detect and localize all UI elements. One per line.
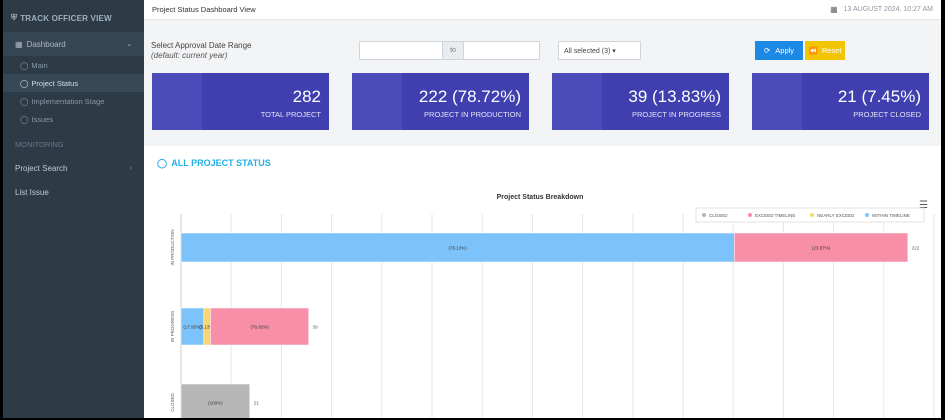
datetime-text: 13 AUGUST 2024, 10:27 AM	[843, 6, 933, 13]
sidebar: ⛨ TRACK OFFICER VIEW ▦ Dashboard ⌄ ◯ Mai…	[3, 0, 144, 418]
card-project-in-progress[interactable]: 39 (13.83%) PROJECT IN PROGRESS	[552, 73, 729, 130]
bar-data-label: (76.92%)	[250, 325, 269, 330]
legend-label: WITHIN TIMELINE	[872, 213, 910, 218]
shield-icon: ⛨	[11, 13, 18, 22]
bar-data-label: (100%)	[208, 401, 223, 406]
legend-label: EXCEED TIMELINE	[755, 213, 795, 218]
card-label: TOTAL PROJECT	[260, 110, 321, 119]
date-range-hint: (default: current year)	[151, 51, 228, 60]
sidebar-item-label: Project Status	[31, 78, 79, 88]
category-label: IN PRODUCTION	[170, 230, 175, 266]
sidebar-subitem-issues[interactable]: ◯ Issues	[3, 110, 144, 128]
dashboard-icon: ▦	[15, 39, 23, 49]
legend-marker	[748, 213, 752, 217]
bank-icon	[352, 73, 402, 130]
bar-total-label: 21	[254, 401, 260, 406]
sidebar-section-monitoring: MONITORING	[15, 139, 64, 149]
sidebar-item-label: Dashboard	[26, 39, 66, 49]
status-select[interactable]: All selected (3) ▾	[558, 41, 641, 60]
sidebar-brand: ⛨ TRACK OFFICER VIEW	[3, 4, 144, 32]
brand-label: TRACK OFFICER VIEW	[20, 13, 112, 23]
project-status-panel: ◯ ALL PROJECT STATUS ☰ Project Status Br…	[144, 146, 941, 418]
sidebar-item-label: Project Search	[15, 163, 68, 173]
legend-marker	[865, 213, 869, 217]
card-project-closed[interactable]: 21 (7.45%) PROJECT CLOSED	[752, 73, 929, 130]
refresh-icon: ⟳	[763, 46, 771, 55]
card-value: 222 (78.72%)	[418, 87, 521, 106]
date-range-label: Select Approval Date Range (default: cur…	[151, 41, 252, 61]
app-window: ⛨ TRACK OFFICER VIEW ▦ Dashboard ⌄ ◯ Mai…	[3, 0, 941, 418]
chevron-down-icon: ⌄	[126, 41, 132, 48]
datetime: ▦ 13 AUGUST 2024, 10:27 AM	[830, 5, 933, 14]
apply-button[interactable]: ⟳ Apply	[755, 41, 803, 60]
sidebar-item-label: Issues	[31, 114, 54, 124]
bar-total-label: 222	[912, 246, 920, 251]
sidebar-subitem-project-status[interactable]: ◯ Project Status	[3, 74, 144, 92]
card-value: 39 (13.83%)	[628, 87, 721, 106]
reset-button[interactable]: ⏪ Reset	[805, 41, 845, 60]
sidebar-item-label: Implementation Stage	[31, 96, 105, 106]
bar-data-label: (76.13%)	[449, 246, 468, 251]
filter-bar: Select Approval Date Range (default: cur…	[144, 22, 941, 68]
clock-icon	[552, 73, 602, 130]
card-label: PROJECT IN PRODUCTION	[424, 110, 521, 119]
sidebar-item-dashboard[interactable]: ▦ Dashboard ⌄	[3, 32, 144, 56]
card-label: PROJECT CLOSED	[853, 110, 921, 119]
screen-frame: ⛨ TRACK OFFICER VIEW ▦ Dashboard ⌄ ◯ Mai…	[0, 0, 945, 420]
legend-label: NEARLY EXCEED	[817, 213, 855, 218]
card-project-in-production[interactable]: 222 (78.72%) PROJECT IN PRODUCTION	[352, 73, 529, 130]
legend-label: CLOSED	[709, 213, 728, 218]
bar-total-label: 39	[313, 325, 319, 330]
panel-title-text: ALL PROJECT STATUS	[171, 158, 271, 168]
rewind-icon: ⏪	[808, 46, 818, 55]
date-range-title: Select Approval Date Range	[151, 41, 252, 50]
date-to-label: to	[443, 41, 463, 60]
reset-label: Reset	[821, 46, 842, 55]
sidebar-item-label: List Issue	[15, 187, 49, 197]
date-from-input[interactable]	[359, 41, 443, 60]
panel-title: ◯ ALL PROJECT STATUS	[157, 158, 271, 169]
card-value: 21 (7.45%)	[837, 87, 921, 106]
grid-icon	[152, 73, 202, 130]
layers-icon: ◯	[20, 60, 29, 70]
card-value: 282	[292, 87, 321, 106]
calendar-icon: ▦	[830, 5, 838, 14]
top-bar: Project Status Dashboard View ▦ 13 AUGUS…	[144, 0, 941, 20]
card-total-project[interactable]: 282 TOTAL PROJECT	[152, 73, 329, 130]
layers-icon: ◯	[20, 78, 29, 88]
project-status-chart: Project Status Breakdown CLOSED EXCEED TIM…	[170, 194, 935, 418]
layers-icon: ◯	[20, 96, 29, 106]
warning-icon	[752, 73, 802, 130]
layers-icon: ◯	[157, 158, 168, 168]
apply-label: Apply	[775, 46, 795, 55]
sidebar-subitem-main[interactable]: ◯ Main	[3, 56, 144, 74]
card-label: PROJECT IN PROGRESS	[631, 110, 721, 119]
sidebar-item-label: Main	[31, 60, 48, 70]
chevron-left-icon: ‹	[129, 164, 132, 172]
category-label: CLOSED	[170, 393, 175, 412]
date-to-input[interactable]	[463, 41, 540, 60]
page-title: Project Status Dashboard View	[152, 5, 256, 14]
layers-icon: ◯	[20, 114, 29, 124]
sidebar-item-list-issue[interactable]: List Issue	[3, 180, 144, 204]
legend-marker	[702, 213, 706, 217]
chart-title: Project Status Breakdown	[497, 194, 584, 201]
main-content: Project Status Dashboard View ▦ 13 AUGUS…	[144, 0, 941, 418]
sidebar-item-project-search[interactable]: Project Search ‹	[3, 156, 144, 180]
bar-data-label: (23.87%)	[812, 246, 831, 251]
legend-marker	[810, 213, 814, 217]
summary-cards: 282 TOTAL PROJECT 222 (78.72%) PROJECT I…	[152, 73, 935, 130]
category-label: IN PROGRESS	[170, 311, 175, 342]
sidebar-subitem-implementation-stage[interactable]: ◯ Implementation Stage	[3, 92, 144, 110]
